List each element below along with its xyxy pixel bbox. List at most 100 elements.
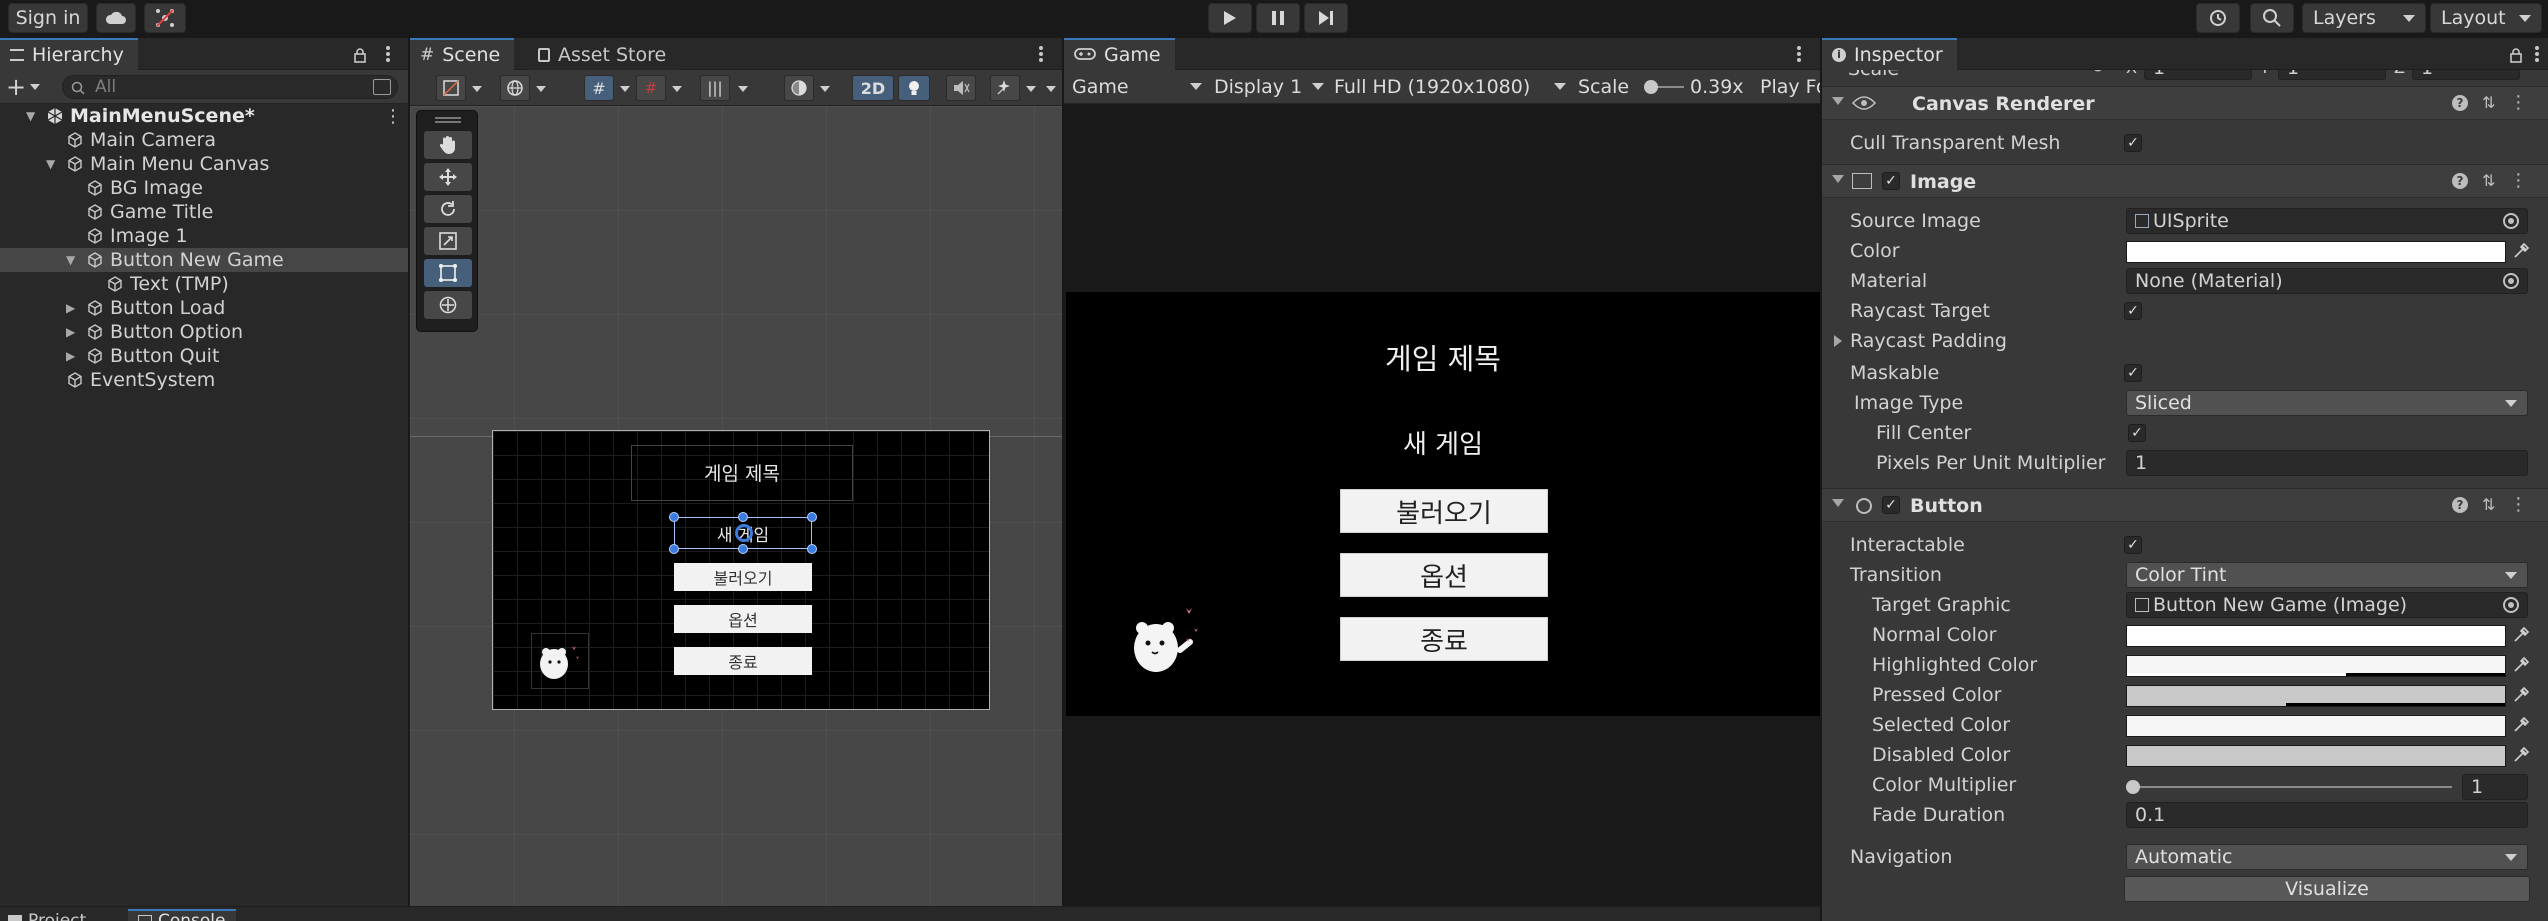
game-canvas[interactable]: 게임 제목 새 게임 불러오기 옵션 종료 [1066, 292, 1820, 716]
resize-handle[interactable] [807, 544, 817, 554]
hierarchy-row[interactable]: EventSystem [0, 368, 408, 392]
chevron-down-icon[interactable] [1026, 86, 1036, 92]
raycast-target-checkbox[interactable]: ✓ [2124, 302, 2142, 320]
kebab-menu-icon[interactable] [383, 44, 393, 64]
object-picker-icon[interactable] [2503, 597, 2519, 613]
interactable-checkbox[interactable]: ✓ [2124, 536, 2142, 554]
scene-option-button[interactable]: 옵션 [674, 605, 812, 633]
help-icon[interactable]: ? [2452, 95, 2468, 111]
resolution-dropdown[interactable]: Full HD (1920x1080) [1334, 73, 1566, 101]
image-color-swatch[interactable] [2126, 241, 2506, 263]
collab-icon[interactable] [144, 3, 186, 33]
layers-dropdown[interactable]: Layers [2302, 3, 2426, 33]
scale-tool-icon[interactable] [424, 227, 472, 255]
pivot-icon[interactable] [735, 524, 753, 542]
hierarchy-row[interactable]: ▶ Button Load [0, 296, 408, 320]
image-component-header[interactable]: ✓ Image ? ⇅ ⋮ [1822, 164, 2548, 198]
chevron-down-icon[interactable] [620, 86, 630, 92]
globe-icon[interactable] [500, 75, 530, 101]
tab-console[interactable]: Console [128, 909, 236, 921]
kebab-menu-icon[interactable]: ⋮ [384, 106, 402, 127]
game-load-button[interactable]: 불러오기 [1340, 489, 1548, 533]
kebab-menu-icon[interactable] [2532, 44, 2542, 64]
tab-inspector[interactable]: i Inspector [1822, 38, 1957, 70]
cloud-icon[interactable] [96, 3, 136, 33]
eyedropper-icon[interactable] [2512, 686, 2530, 704]
scene-viewport[interactable]: 게임 제목 새 게임 불러오기 옵션 종료 [410, 106, 1062, 906]
preset-icon[interactable]: ⇅ [2482, 497, 2495, 513]
add-button[interactable]: + [6, 75, 46, 99]
expand-arrow-icon[interactable]: ▼ [26, 110, 36, 122]
search-icon[interactable] [2250, 3, 2294, 33]
chevron-down-icon[interactable] [536, 86, 546, 92]
tab-asset-store[interactable]: Asset Store [528, 38, 681, 70]
palette-grip[interactable] [435, 117, 461, 123]
visualize-button[interactable]: Visualize [2124, 876, 2530, 902]
eyedropper-icon[interactable] [2512, 242, 2530, 260]
chevron-down-icon[interactable] [820, 86, 830, 92]
history-icon[interactable] [2196, 3, 2240, 33]
fold-arrow-icon[interactable] [1832, 97, 1844, 105]
component-menu-icon[interactable]: ⋮ [2509, 94, 2527, 112]
scene-mascot-image[interactable] [531, 633, 589, 689]
navigation-dropdown[interactable]: Automatic [2126, 844, 2528, 870]
cull-checkbox[interactable]: ✓ [2124, 134, 2142, 152]
chevron-down-icon[interactable] [672, 86, 682, 92]
normal-color-swatch[interactable] [2126, 625, 2506, 647]
color-multiplier-slider[interactable] [2126, 774, 2456, 800]
object-picker-icon[interactable] [2503, 273, 2519, 289]
link-icon[interactable]: ⚭ [2092, 70, 2104, 78]
draw-mode-icon[interactable] [436, 75, 466, 101]
hand-tool-icon[interactable] [424, 131, 472, 159]
lock-icon[interactable] [354, 46, 366, 63]
resize-handle[interactable] [738, 512, 748, 522]
scale-x-field[interactable]: 1 [2144, 70, 2252, 80]
hierarchy-row[interactable]: Main Camera [0, 128, 408, 152]
lock-icon[interactable] [2510, 46, 2522, 68]
button-component-header[interactable]: ✓ Button ? ⇅ ⋮ [1822, 488, 2548, 522]
collapse-arrow-icon[interactable]: ▶ [66, 326, 76, 338]
highlighted-color-swatch[interactable] [2126, 655, 2506, 677]
eyedropper-icon[interactable] [2512, 746, 2530, 764]
eyedropper-icon[interactable] [2512, 626, 2530, 644]
preset-icon[interactable]: ⇅ [2482, 173, 2495, 189]
resize-handle[interactable] [669, 512, 679, 522]
fold-arrow-icon[interactable] [1832, 175, 1844, 183]
collapse-arrow-icon[interactable]: ▶ [66, 302, 76, 314]
fade-duration-field[interactable]: 0.1 [2126, 802, 2528, 828]
shading-icon[interactable] [784, 75, 814, 101]
step-button[interactable] [1304, 3, 1348, 33]
scene-canvas-preview[interactable]: 게임 제목 새 게임 불러오기 옵션 종료 [492, 430, 990, 710]
game-quit-button[interactable]: 종료 [1340, 617, 1548, 661]
game-new-game-text[interactable]: 새 게임 [1066, 424, 1820, 461]
ppu-field[interactable]: 1 [2126, 450, 2528, 476]
slider-thumb[interactable] [2126, 780, 2140, 794]
material-field[interactable]: None (Material) [2126, 268, 2528, 294]
fold-arrow-icon[interactable] [1832, 499, 1844, 507]
help-icon[interactable]: ? [2452, 173, 2468, 189]
maskable-checkbox[interactable]: ✓ [2124, 364, 2142, 382]
target-graphic-field[interactable]: Button New Game (Image) [2126, 592, 2528, 618]
hierarchy-row[interactable]: Image 1 [0, 224, 408, 248]
audio-icon[interactable] [946, 75, 976, 101]
hierarchy-row[interactable]: ▶ Button Quit [0, 344, 408, 368]
pressed-color-swatch[interactable] [2126, 685, 2506, 707]
game-viewport[interactable]: 게임 제목 새 게임 불러오기 옵션 종료 [1064, 104, 1820, 906]
kebab-menu-icon[interactable] [1794, 44, 1804, 64]
hierarchy-row[interactable]: ▶ Button Option [0, 320, 408, 344]
rotate-tool-icon[interactable] [424, 195, 472, 223]
source-image-field[interactable]: UISprite [2126, 208, 2528, 234]
chevron-down-icon[interactable] [738, 86, 748, 92]
sign-in-button[interactable]: Sign in [8, 3, 88, 33]
eyedropper-icon[interactable] [2512, 656, 2530, 674]
game-option-button[interactable]: 옵션 [1340, 553, 1548, 597]
increment-snap-icon[interactable]: # [636, 75, 666, 101]
grid-visibility-icon[interactable]: ||| [700, 75, 730, 101]
effects-icon[interactable] [990, 75, 1020, 101]
button-enabled-checkbox[interactable]: ✓ [1882, 496, 1900, 514]
tab-project[interactable]: Project [8, 911, 86, 921]
expand-arrow-icon[interactable]: ▼ [46, 158, 56, 170]
resize-handle[interactable] [738, 544, 748, 554]
layout-dropdown[interactable]: Layout [2430, 3, 2542, 33]
fold-arrow-icon[interactable] [1834, 335, 1842, 347]
